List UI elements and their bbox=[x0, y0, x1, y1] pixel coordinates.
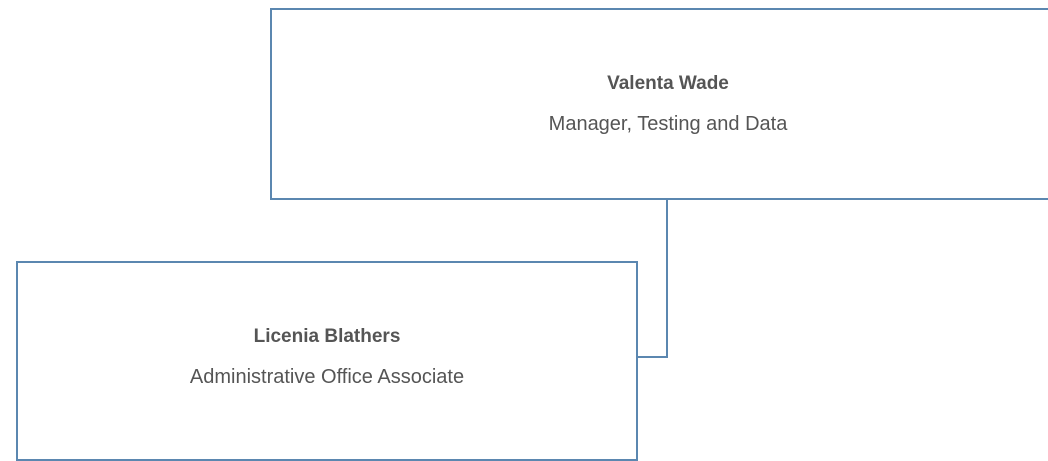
reporting-line-vertical bbox=[666, 198, 668, 358]
associate-name: Licenia Blathers bbox=[253, 326, 401, 347]
associate-node-box bbox=[16, 261, 638, 461]
reporting-line-horizontal bbox=[636, 356, 668, 358]
manager-node-box bbox=[270, 8, 1048, 200]
associate-title: Administrative Office Associate bbox=[189, 366, 465, 388]
manager-name: Valenta Wade bbox=[607, 73, 729, 94]
manager-title: Manager, Testing and Data bbox=[548, 113, 788, 135]
